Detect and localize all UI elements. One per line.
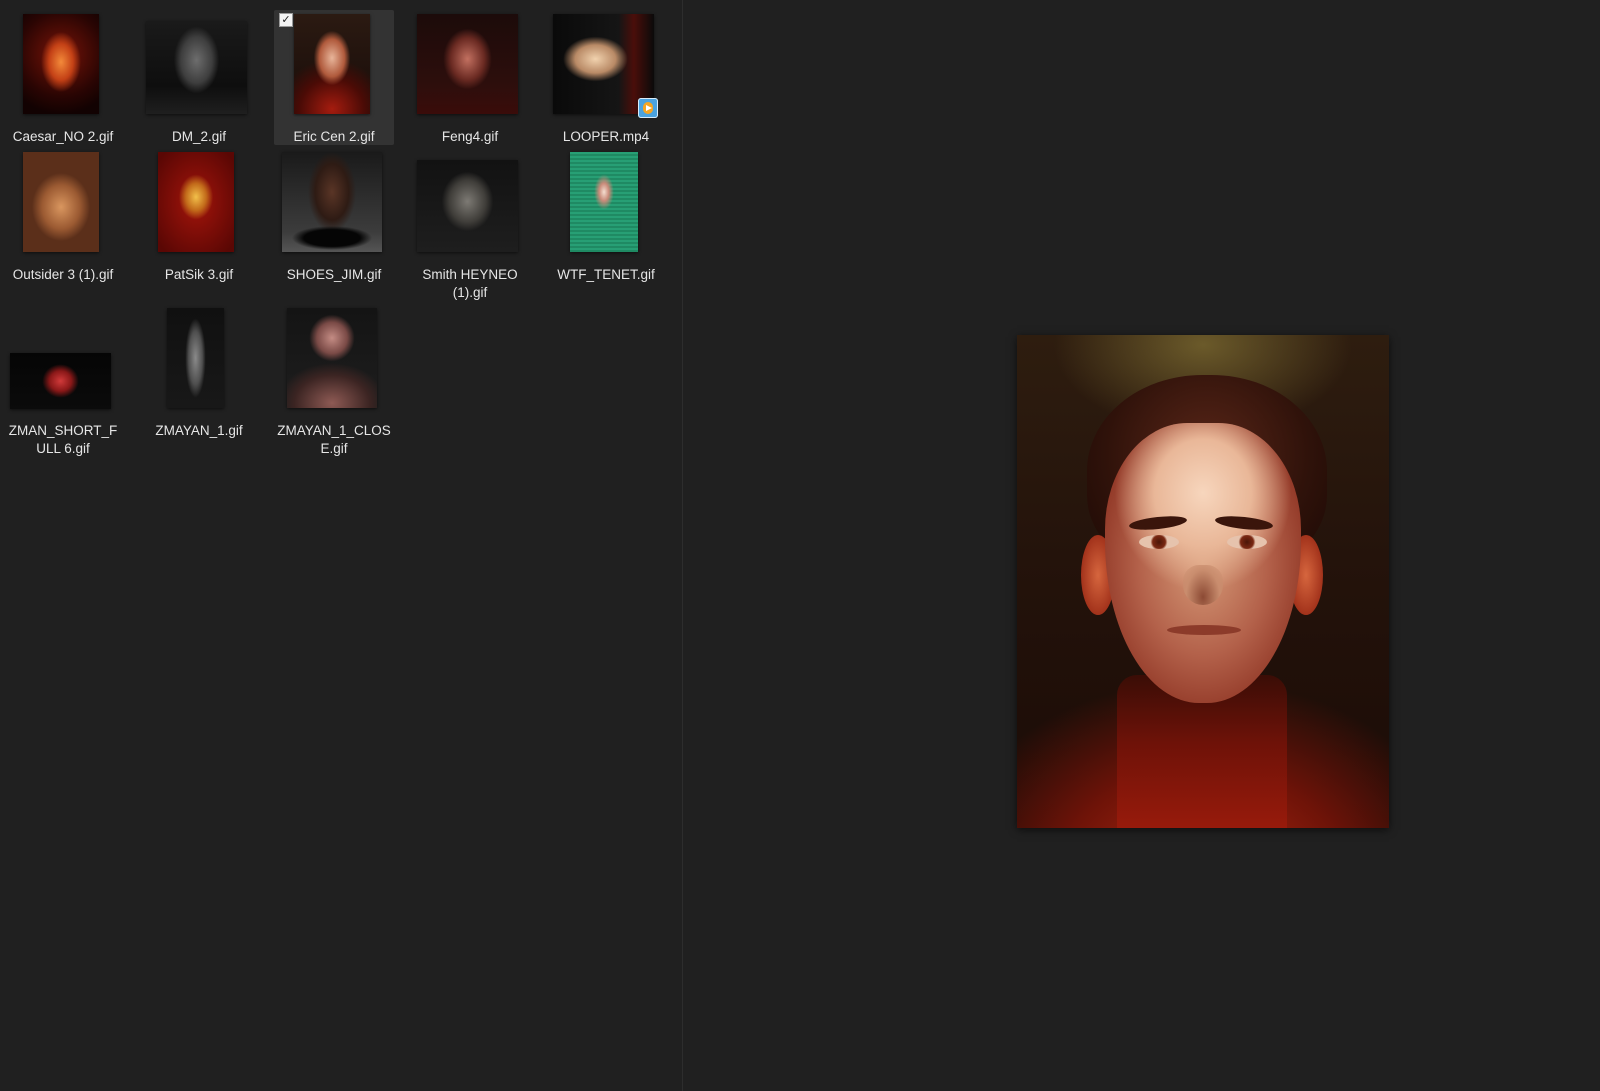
file-tile[interactable]: LOOPER.mp4 bbox=[546, 10, 666, 145]
file-thumbnail bbox=[23, 14, 99, 114]
media-player-icon bbox=[638, 98, 658, 118]
file-tile[interactable]: ZMAN_SHORT_FULL 6.gif bbox=[3, 304, 123, 456]
file-name: ZMAN_SHORT_FULL 6.gif bbox=[8, 423, 118, 456]
file-thumbnail bbox=[146, 21, 247, 114]
file-thumbnail bbox=[570, 152, 638, 252]
file-thumbnail bbox=[294, 14, 370, 114]
file-tile[interactable]: WTF_TENET.gif bbox=[546, 148, 666, 298]
file-thumbnail bbox=[23, 152, 99, 252]
file-tile-selected[interactable]: ✓ Eric Cen 2.gif bbox=[274, 10, 394, 145]
file-grid[interactable]: Caesar_NO 2.gif DM_2.gif ✓ Eric Cen 2.gi… bbox=[0, 0, 682, 1091]
file-thumbnail bbox=[282, 152, 382, 252]
file-tile[interactable]: Smith HEYNEO (1).gif bbox=[410, 148, 530, 300]
file-tile[interactable]: Outsider 3 (1).gif bbox=[3, 148, 123, 298]
file-thumbnail bbox=[167, 308, 224, 408]
file-name: ZMAYAN_1.gif bbox=[155, 423, 243, 438]
file-tile[interactable]: Feng4.gif bbox=[410, 10, 530, 145]
file-tile[interactable]: ZMAYAN_1.gif bbox=[139, 304, 259, 454]
file-explorer-window: Caesar_NO 2.gif DM_2.gif ✓ Eric Cen 2.gi… bbox=[0, 0, 1600, 1091]
file-tile[interactable]: DM_2.gif bbox=[139, 10, 259, 145]
file-name: Feng4.gif bbox=[441, 129, 499, 144]
file-name: Eric Cen 2.gif bbox=[293, 129, 375, 144]
file-tile[interactable]: SHOES_JIM.gif bbox=[274, 148, 394, 298]
file-tile[interactable]: PatSik 3.gif bbox=[139, 148, 259, 298]
file-name: WTF_TENET.gif bbox=[557, 267, 655, 282]
file-name: SHOES_JIM.gif bbox=[286, 267, 382, 282]
file-name: LOOPER.mp4 bbox=[562, 129, 650, 144]
file-name: Outsider 3 (1).gif bbox=[12, 267, 114, 282]
file-thumbnail bbox=[417, 14, 518, 114]
file-name: Smith HEYNEO (1).gif bbox=[422, 267, 518, 300]
file-name: Caesar_NO 2.gif bbox=[12, 129, 114, 144]
file-tile[interactable]: ZMAYAN_1_CLOSE.gif bbox=[274, 304, 394, 456]
file-name: PatSik 3.gif bbox=[164, 267, 234, 282]
file-thumbnail bbox=[10, 353, 111, 409]
file-tile[interactable]: Caesar_NO 2.gif bbox=[3, 10, 123, 145]
file-name: DM_2.gif bbox=[171, 129, 227, 144]
file-thumbnail bbox=[287, 308, 377, 408]
file-name: ZMAYAN_1_CLOSE.gif bbox=[277, 423, 391, 456]
selection-checkbox[interactable]: ✓ bbox=[279, 13, 293, 27]
file-thumbnail bbox=[417, 160, 518, 252]
preview-image bbox=[1017, 335, 1389, 828]
preview-pane bbox=[683, 0, 1600, 1091]
file-thumbnail bbox=[553, 14, 658, 118]
file-thumbnail bbox=[158, 152, 234, 252]
